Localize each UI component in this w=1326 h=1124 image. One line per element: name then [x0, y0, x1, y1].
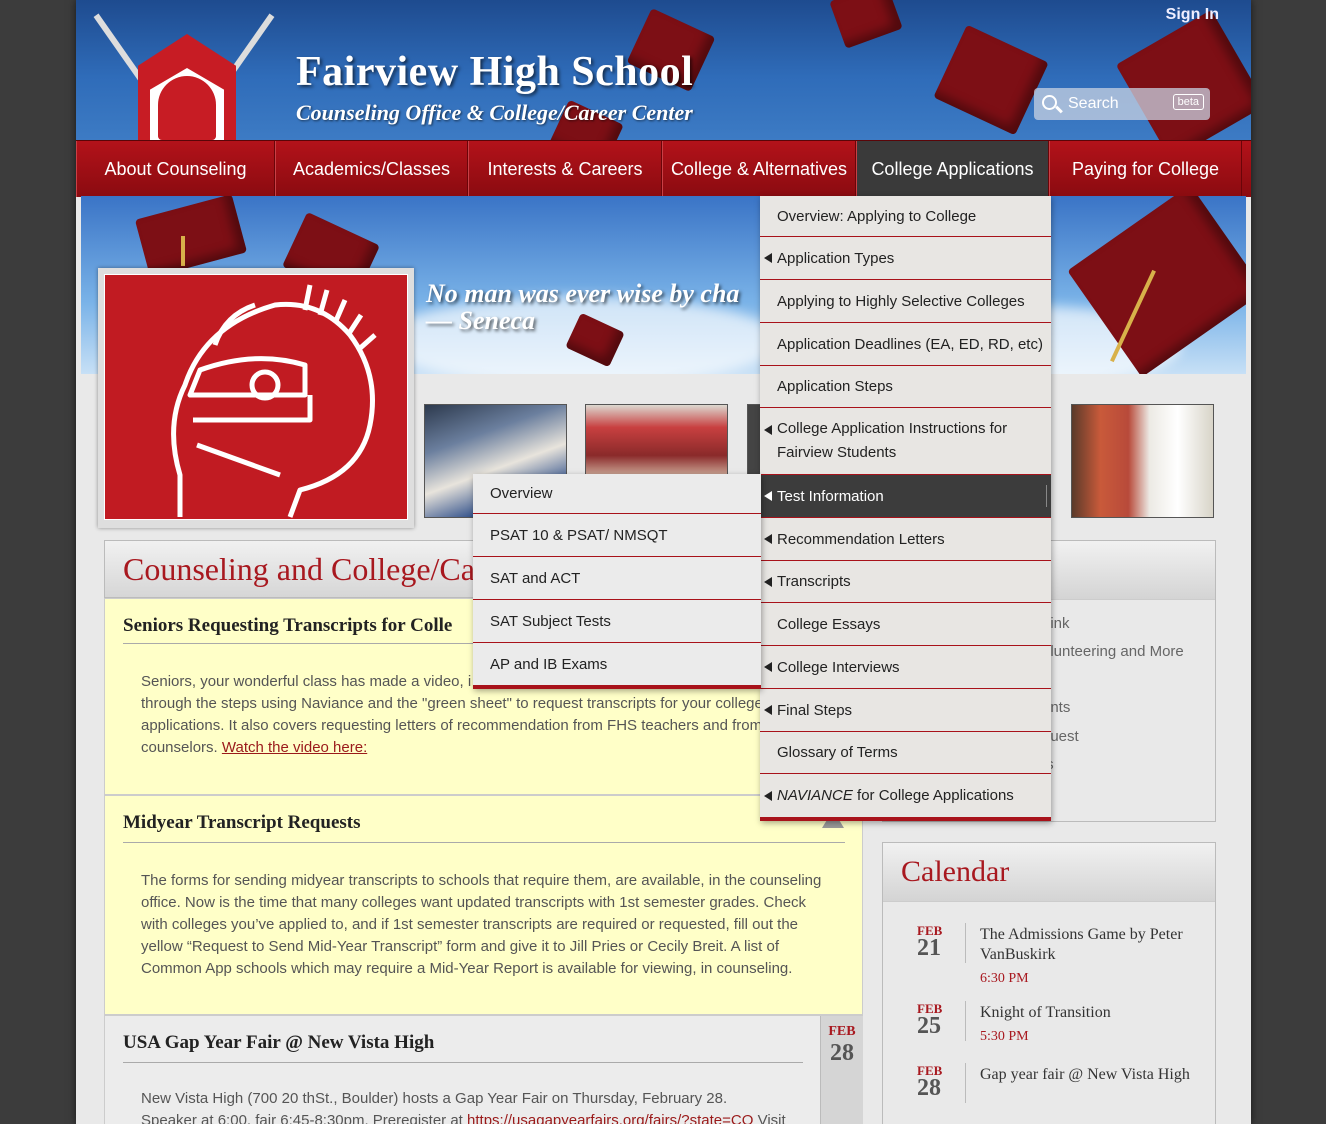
nav-paying-for-college[interactable]: Paying for College [1049, 141, 1242, 197]
page-title: Counseling and College/Ca [123, 551, 475, 587]
submenu-arrow-icon [764, 576, 772, 587]
menu-item-deadlines[interactable]: Application Deadlines (EA, ED, RD, etc) [760, 323, 1051, 366]
knight-helmet-image [104, 274, 408, 520]
test-information-submenu: Overview PSAT 10 & PSAT/ NMSQT SAT and A… [473, 474, 761, 689]
beta-badge: beta [1172, 94, 1204, 110]
menu-item-final-steps[interactable]: Final Steps [760, 689, 1051, 732]
menu-item-application-steps[interactable]: Application Steps [760, 366, 1051, 408]
menu-item-glossary[interactable]: Glossary of Terms [760, 732, 1051, 774]
article-title[interactable]: USA Gap Year Fair @ New Vista High [123, 1032, 434, 1054]
submenu-arrow-icon [764, 534, 772, 544]
calendar-title: Calendar [901, 855, 1010, 888]
submenu-item-ap-ib[interactable]: AP and IB Exams [473, 643, 761, 685]
submenu-item-sat-subject[interactable]: SAT Subject Tests [473, 600, 761, 643]
search-box[interactable]: Search beta [1034, 88, 1210, 120]
grad-cap-image [1115, 9, 1251, 140]
grad-cap-image [134, 196, 248, 278]
search-icon [1042, 95, 1057, 110]
event-time: 5:30 PM [980, 1029, 1029, 1044]
submenu-arrow-icon [764, 705, 772, 715]
nav-college-alternatives[interactable]: College & Alternatives [662, 141, 856, 197]
date-day: 28 [830, 1040, 854, 1066]
nav-college-applications[interactable]: College Applications [856, 141, 1049, 197]
grad-cap-image [933, 24, 1049, 136]
watch-video-link[interactable]: Watch the video here: [222, 739, 367, 756]
menu-item-test-information[interactable]: Test Information [760, 475, 1051, 518]
nav-about-counseling[interactable]: About Counseling [76, 141, 275, 197]
menu-item-application-types[interactable]: Application Types [760, 237, 1051, 280]
article-gap-year-fair: USA Gap Year Fair @ New Vista High New V… [104, 1015, 863, 1124]
menu-item-highly-selective[interactable]: Applying to Highly Selective Colleges [760, 280, 1051, 323]
submenu-arrow-icon [764, 790, 772, 801]
banner-quote: No man was ever wise by cha — Seneca [426, 279, 740, 335]
event-time: 6:30 PM [980, 971, 1029, 986]
site-title[interactable]: Fairview High School [296, 48, 693, 96]
spear-icon [93, 13, 145, 83]
submenu-item-overview[interactable]: Overview [473, 474, 761, 514]
site-subtitle: Counseling Office & College/Career Cente… [296, 100, 693, 125]
submenu-arrow-icon [764, 425, 772, 435]
calendar-box: Calendar FEB 21 The Admissions Game by P… [882, 842, 1216, 1124]
submenu-arrow-icon [764, 491, 772, 501]
article-midyear-transcripts: Midyear Transcript Requests The forms fo… [104, 795, 863, 1015]
menu-item-transcripts[interactable]: Transcripts [760, 561, 1051, 603]
event-title[interactable]: Knight of Transition [980, 1003, 1200, 1023]
article-body: New Vista High (700 20 thSt., Boulder) h… [141, 1088, 786, 1124]
menu-item-naviance[interactable]: NAVIANCE for College Applications [760, 774, 1051, 817]
nav-interests-careers[interactable]: Interests & Careers [468, 141, 662, 197]
submenu-arrow-icon [764, 253, 772, 263]
site-header: Fairview High School Counseling Office &… [76, 0, 1251, 140]
menu-item-overview[interactable]: Overview: Applying to College [760, 196, 1051, 237]
main-nav: About Counseling Academics/Classes Inter… [76, 140, 1251, 197]
sidebar-link[interactable]: olunteering and More [1042, 643, 1184, 660]
knight-logo[interactable] [138, 34, 236, 140]
submenu-item-psat[interactable]: PSAT 10 & PSAT/ NMSQT [473, 514, 761, 557]
nav-academics-classes[interactable]: Academics/Classes [275, 141, 468, 197]
event-title[interactable]: The Admissions Game by Peter VanBuskirk [980, 925, 1200, 965]
submenu-item-sat-act[interactable]: SAT and ACT [473, 557, 761, 600]
article-body: The forms for sending midyear transcript… [141, 872, 822, 977]
calendar-header: Calendar [883, 843, 1215, 902]
search-label: Search [1068, 95, 1119, 112]
date-tab: FEB 28 [820, 1016, 863, 1124]
menu-item-fairview-instructions[interactable]: College Application Instructions for Fai… [760, 408, 1051, 475]
article-title[interactable]: Midyear Transcript Requests [123, 812, 361, 834]
photo-teacher[interactable] [1071, 404, 1214, 518]
college-applications-dropdown: Overview: Applying to College Applicatio… [760, 196, 1051, 821]
sign-in-link[interactable]: Sign In [1166, 6, 1219, 24]
menu-item-recommendation-letters[interactable]: Recommendation Letters [760, 518, 1051, 561]
submenu-arrow-icon [764, 662, 772, 672]
gap-year-fair-link[interactable]: https://usagapyearfairs.org/fairs/?state… [467, 1112, 753, 1124]
event-title[interactable]: Gap year fair @ New Vista High [980, 1065, 1200, 1085]
article-title[interactable]: Seniors Requesting Transcripts for Colle [123, 615, 452, 637]
menu-item-college-interviews[interactable]: College Interviews [760, 646, 1051, 689]
grad-cap-image [829, 0, 903, 49]
date-month: FEB [828, 1024, 856, 1039]
menu-item-college-essays[interactable]: College Essays [760, 603, 1051, 646]
